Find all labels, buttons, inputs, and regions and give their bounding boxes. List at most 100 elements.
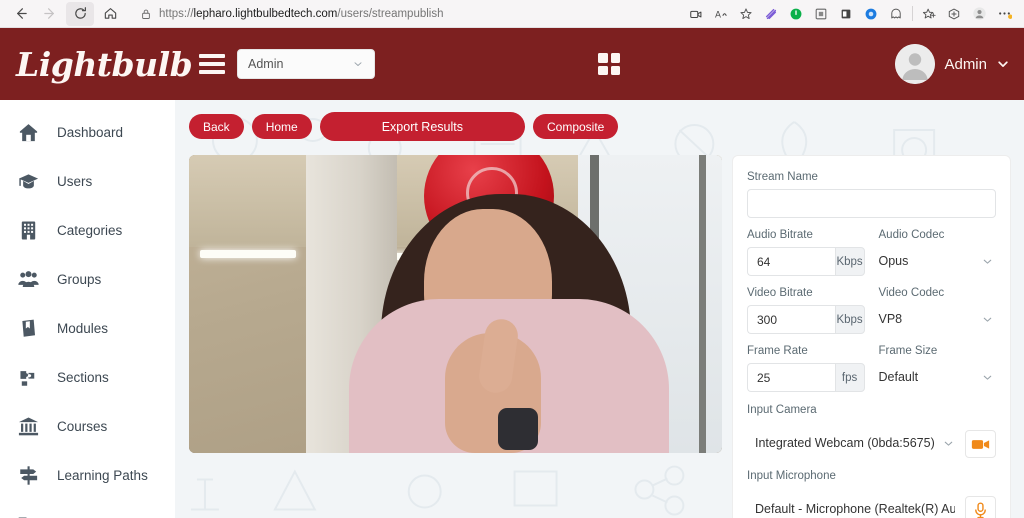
puzzle-piece-icon: [17, 366, 40, 389]
sidebar-item-label: Modules: [57, 321, 109, 336]
book-icon: [17, 317, 40, 340]
settings-more-icon[interactable]: [992, 2, 1016, 26]
audio-codec-label: Audio Codec: [878, 229, 945, 241]
home-icon: [104, 8, 116, 19]
audio-bitrate-group: Audio Bitrate Kbps: [747, 229, 865, 276]
video-person-watch: [498, 408, 539, 451]
sidebar-item-dashboard[interactable]: Dashboard: [0, 108, 175, 157]
hamburger-menu-icon[interactable]: [199, 54, 225, 74]
stream-name-label: Stream Name: [747, 171, 818, 183]
input-microphone-value: Default - Microphone (Realtek(R) Audi: [755, 502, 955, 516]
sidebar-item-label: Categories: [57, 223, 123, 238]
video-ceiling-light: [199, 250, 296, 259]
chevron-down-icon[interactable]: [996, 57, 1010, 71]
audio-codec-value: Opus: [878, 254, 909, 268]
input-microphone-select[interactable]: Default - Microphone (Realtek(R) Audi: [747, 494, 955, 518]
video-codec-select[interactable]: VP8: [879, 305, 997, 334]
audio-bitrate-unit: Kbps: [834, 247, 865, 276]
home-button[interactable]: [96, 2, 124, 26]
profile-icon[interactable]: [967, 2, 991, 26]
toggle-camera-button[interactable]: [965, 430, 996, 458]
input-camera-group: Input Camera Integrated Webcam (0bda:567…: [747, 404, 996, 458]
back-button[interactable]: [6, 2, 34, 26]
sidebar-item-label: Users: [57, 174, 93, 189]
sidebar: Dashboard Users Categories Groups Module…: [0, 100, 175, 518]
extension-screenshot-icon[interactable]: [809, 2, 833, 26]
app-logo[interactable]: Lightbulb: [0, 45, 193, 84]
reload-button[interactable]: [66, 1, 94, 26]
toggle-microphone-button[interactable]: [965, 496, 996, 518]
video-window-frame: [699, 155, 707, 453]
input-camera-label: Input Camera: [747, 404, 817, 416]
frame-size-value: Default: [878, 370, 919, 384]
back-arrow-icon: [16, 8, 27, 19]
toolbar-divider: [912, 6, 913, 21]
sidebar-item-modules[interactable]: Modules: [0, 304, 175, 353]
signpost-icon: [17, 464, 40, 487]
sidebar-item-label: Learning Paths: [57, 468, 148, 483]
main-content: Back Home Export Results Composite Strea…: [175, 100, 1024, 518]
input-camera-select[interactable]: Integrated Webcam (0bda:5675): [747, 428, 955, 458]
stream-panes: Stream Name Audio Bitrate Kbps Audio Cod…: [175, 141, 1024, 518]
webcam-preview[interactable]: [189, 155, 722, 453]
frame-size-label: Frame Size: [878, 345, 938, 357]
browser-essentials-icon[interactable]: [942, 2, 966, 26]
home-button[interactable]: Home: [251, 114, 312, 139]
building-icon: [17, 219, 40, 242]
input-microphone-label: Input Microphone: [747, 470, 836, 482]
frame-rate-input[interactable]: [747, 363, 835, 392]
frame-size-group: Frame Size Default: [879, 345, 997, 392]
sidebar-item-sections[interactable]: Sections: [0, 353, 175, 402]
url-text: https://lepharo.lightbulbedtech.com/user…: [159, 8, 444, 20]
user-name: Admin: [944, 55, 987, 73]
back-button[interactable]: Back: [189, 114, 244, 139]
sidebar-item-users[interactable]: Users: [0, 157, 175, 206]
sidebar-item-groups[interactable]: Groups: [0, 255, 175, 304]
url-domain: lepharo.lightbulbedtech.com: [193, 7, 338, 20]
frame-size-select[interactable]: Default: [879, 363, 997, 392]
browser-extensions-area: A: [684, 2, 1018, 26]
chevron-down-icon: [354, 62, 362, 66]
extension-ghost-icon[interactable]: [884, 2, 908, 26]
chevron-down-icon: [983, 259, 992, 264]
extension-office-icon[interactable]: [834, 2, 858, 26]
video-bitrate-label: Video Bitrate: [747, 287, 813, 299]
read-aloud-icon[interactable]: A: [709, 2, 733, 26]
app-body: Dashboard Users Categories Groups Module…: [0, 100, 1024, 518]
app-header: Lightbulb Admin Admin: [0, 28, 1024, 100]
address-bar[interactable]: https://lepharo.lightbulbedtech.com/user…: [130, 3, 676, 25]
extension-blue-circle-icon[interactable]: [859, 2, 883, 26]
user-avatar-icon: [895, 44, 936, 84]
export-results-button[interactable]: Export Results: [319, 112, 525, 141]
screen-capture-icon[interactable]: [684, 2, 708, 26]
sidebar-item-courses[interactable]: Courses: [0, 402, 175, 451]
chevron-down-icon: [983, 317, 992, 322]
sidebar-item-learning-paths[interactable]: Learning Paths: [0, 451, 175, 500]
apps-grid-icon[interactable]: [598, 53, 620, 75]
user-menu[interactable]: Admin: [895, 44, 1010, 84]
video-bitrate-input[interactable]: [747, 305, 835, 334]
collections-icon[interactable]: [917, 2, 941, 26]
graduation-cap-icon: [17, 170, 40, 193]
input-camera-value: Integrated Webcam (0bda:5675): [755, 436, 935, 450]
sidebar-item-categories[interactable]: Categories: [0, 206, 175, 255]
stream-name-input[interactable]: [747, 189, 996, 218]
video-codec-value: VP8: [878, 312, 903, 326]
audio-codec-select[interactable]: Opus: [879, 247, 997, 276]
composite-button[interactable]: Composite: [532, 114, 619, 139]
forward-arrow-icon: [43, 8, 54, 19]
url-scheme: https://: [159, 7, 194, 20]
extension-grammarly-icon[interactable]: [759, 2, 783, 26]
sidebar-item-library[interactable]: Library: [0, 500, 175, 518]
chevron-down-icon: [944, 441, 953, 446]
folder-icon: [17, 513, 40, 518]
action-toolbar: Back Home Export Results Composite: [175, 100, 1024, 141]
bank-columns-icon: [17, 415, 40, 438]
audio-bitrate-input[interactable]: [747, 247, 835, 276]
extension-green-circle-icon[interactable]: [784, 2, 808, 26]
sidebar-item-label: Sections: [57, 370, 109, 385]
forward-button[interactable]: [36, 2, 64, 26]
add-favorite-icon[interactable]: [734, 2, 758, 26]
chevron-down-icon: [983, 375, 992, 380]
role-select[interactable]: Admin: [237, 49, 375, 79]
